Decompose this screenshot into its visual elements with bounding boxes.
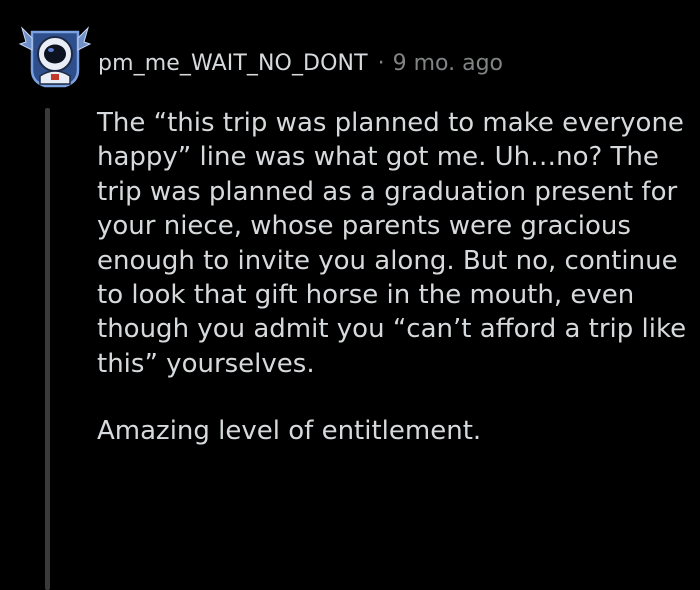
astronaut-avatar-icon <box>18 26 92 88</box>
username-link[interactable]: pm_me_WAIT_NO_DONT <box>98 51 368 76</box>
comment-meta: pm_me_WAIT_NO_DONT · 9 mo. ago <box>98 46 503 80</box>
meta-separator: · <box>377 50 385 76</box>
comment-body: The “this trip was planned to make every… <box>97 106 687 449</box>
comment-paragraph: Amazing level of entitlement. <box>97 416 482 447</box>
user-avatar[interactable] <box>18 18 92 92</box>
comment-paragraph: The “this trip was planned to make every… <box>97 108 687 379</box>
comment: pm_me_WAIT_NO_DONT · 9 mo. ago The “this… <box>0 0 700 590</box>
timestamp-link[interactable]: 9 mo. ago <box>393 51 503 76</box>
thread-line[interactable] <box>45 108 50 590</box>
